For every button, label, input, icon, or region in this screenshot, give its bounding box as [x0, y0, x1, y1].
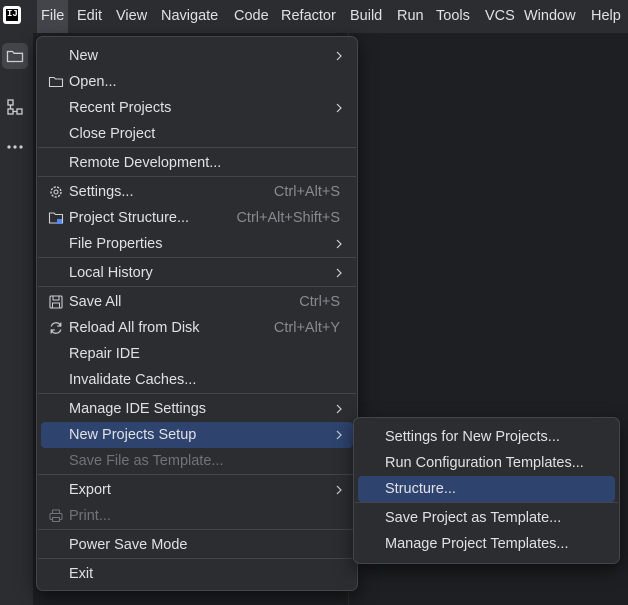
- chevron-right-icon: [336, 430, 342, 440]
- menu-item-label: Remote Development...: [69, 155, 222, 171]
- menu-item-structure[interactable]: Structure...: [358, 476, 615, 502]
- menu-window[interactable]: Window: [520, 0, 580, 33]
- menu-item-label: New Projects Setup: [69, 427, 197, 443]
- menu-item-save-file-as-template: Save File as Template...: [41, 448, 353, 474]
- menu-navigate[interactable]: Navigate: [157, 0, 222, 33]
- menu-separator: [38, 558, 356, 559]
- menu-item-exit[interactable]: Exit: [41, 561, 353, 587]
- menu-item-label: Save File as Template...: [69, 453, 224, 469]
- menu-item-recent-projects[interactable]: Recent Projects: [41, 95, 353, 121]
- menu-item-save-all[interactable]: Save All Ctrl+S: [41, 289, 353, 315]
- menu-item-print: Print...: [41, 503, 353, 529]
- menu-separator: [38, 474, 356, 475]
- project-structure-icon: [48, 212, 64, 224]
- reload-icon: [50, 322, 62, 334]
- menu-item-new-projects-setup[interactable]: New Projects Setup: [41, 422, 353, 448]
- menu-item-new[interactable]: New: [41, 43, 353, 69]
- menu-item-manage-project-templates[interactable]: Manage Project Templates...: [358, 531, 615, 557]
- chevron-right-icon: [336, 103, 342, 113]
- structure-icon: [7, 99, 23, 115]
- gear-icon: [50, 186, 62, 198]
- structure-toolwindow-button[interactable]: [2, 94, 28, 120]
- tool-window-strip: [0, 33, 34, 605]
- menu-vcs[interactable]: VCS: [481, 0, 519, 33]
- menu-item-label: Open...: [69, 74, 117, 90]
- menu-item-label: Run Configuration Templates...: [385, 455, 584, 471]
- menu-item-label: Export: [69, 482, 111, 498]
- chevron-right-icon: [336, 239, 342, 249]
- menu-item-settings[interactable]: Settings... Ctrl+Alt+S: [41, 179, 353, 205]
- menu-item-manage-ide-settings[interactable]: Manage IDE Settings: [41, 396, 353, 422]
- menu-separator: [355, 502, 618, 503]
- menu-item-label: Power Save Mode: [69, 537, 188, 553]
- more-toolwindows-button[interactable]: [2, 134, 28, 160]
- more-icon: [7, 145, 23, 149]
- file-menu: New Open... Recent Projects Close Projec…: [36, 36, 358, 591]
- menu-item-run-configuration-templates[interactable]: Run Configuration Templates...: [358, 450, 615, 476]
- menu-item-label: File Properties: [69, 236, 163, 252]
- new-projects-setup-submenu: Settings for New Projects... Run Configu…: [353, 417, 620, 564]
- menu-item-reload-all[interactable]: Reload All from Disk Ctrl+Alt+Y: [41, 315, 353, 341]
- menu-separator: [38, 176, 356, 177]
- chevron-right-icon: [336, 404, 342, 414]
- menu-run[interactable]: Run: [393, 0, 428, 33]
- menu-separator: [38, 529, 356, 530]
- menu-item-settings-for-new-projects[interactable]: Settings for New Projects...: [358, 424, 615, 450]
- menu-item-label: Structure...: [385, 481, 456, 497]
- menu-item-label: Exit: [69, 566, 94, 582]
- menu-item-invalidate-caches[interactable]: Invalidate Caches...: [41, 367, 353, 393]
- menu-separator: [38, 147, 356, 148]
- menu-item-open[interactable]: Open...: [41, 69, 353, 95]
- menu-item-local-history[interactable]: Local History: [41, 260, 353, 286]
- menu-item-label: New: [69, 48, 99, 64]
- menu-refactor[interactable]: Refactor: [277, 0, 340, 33]
- menu-item-label: Local History: [69, 265, 153, 281]
- print-icon: [49, 509, 63, 522]
- menu-item-label: Settings...: [69, 184, 134, 200]
- menu-item-project-structure[interactable]: Project Structure... Ctrl+Alt+Shift+S: [41, 205, 353, 231]
- menu-build[interactable]: Build: [346, 0, 386, 33]
- chevron-right-icon: [336, 485, 342, 495]
- menu-item-label: Reload All from Disk: [69, 320, 200, 336]
- menu-item-label: Project Structure...: [69, 210, 190, 226]
- menu-item-label: Repair IDE: [69, 346, 140, 362]
- menu-item-remote-development[interactable]: Remote Development...: [41, 150, 353, 176]
- menu-item-label: Close Project: [69, 126, 156, 142]
- menu-item-save-project-as-template[interactable]: Save Project as Template...: [358, 505, 615, 531]
- menu-code[interactable]: Code: [230, 0, 273, 33]
- menu-separator: [38, 257, 356, 258]
- folder-icon: [6, 50, 24, 63]
- folder-icon: [48, 76, 64, 88]
- menu-item-label: Save All: [69, 294, 122, 310]
- menu-item-power-save-mode[interactable]: Power Save Mode: [41, 532, 353, 558]
- shortcut-label: Ctrl+Alt+Y: [273, 320, 340, 336]
- menu-item-export[interactable]: Export: [41, 477, 353, 503]
- menu-item-close-project[interactable]: Close Project: [41, 121, 353, 147]
- menu-edit[interactable]: Edit: [73, 0, 106, 33]
- menu-item-label: Print...: [69, 508, 111, 524]
- project-toolwindow-button[interactable]: [2, 43, 28, 69]
- menu-item-label: Manage IDE Settings: [69, 401, 207, 417]
- menu-item-file-properties[interactable]: File Properties: [41, 231, 353, 257]
- chevron-right-icon: [336, 51, 342, 61]
- menu-item-label: Save Project as Template...: [385, 510, 562, 526]
- menu-item-label: Recent Projects: [69, 100, 172, 116]
- menu-item-label: Invalidate Caches...: [69, 372, 197, 388]
- menu-tools[interactable]: Tools: [432, 0, 474, 33]
- menu-item-label: Settings for New Projects...: [385, 429, 560, 445]
- shortcut-label: Ctrl+Alt+Shift+S: [236, 210, 340, 226]
- shortcut-label: Ctrl+Alt+S: [273, 184, 340, 200]
- app-logo-icon[interactable]: IJ: [3, 6, 21, 24]
- menu-item-label: Manage Project Templates...: [385, 536, 569, 552]
- menu-file[interactable]: File: [37, 0, 69, 33]
- menu-item-repair-ide[interactable]: Repair IDE: [41, 341, 353, 367]
- shortcut-label: Ctrl+S: [299, 294, 340, 310]
- menu-help[interactable]: Help: [587, 0, 625, 33]
- main-menubar: IJ File Edit View Navigate Code Refactor…: [0, 0, 628, 33]
- menu-separator: [38, 393, 356, 394]
- chevron-right-icon: [336, 268, 342, 278]
- save-icon: [49, 295, 63, 309]
- menu-separator: [38, 286, 356, 287]
- menu-view[interactable]: View: [112, 0, 151, 33]
